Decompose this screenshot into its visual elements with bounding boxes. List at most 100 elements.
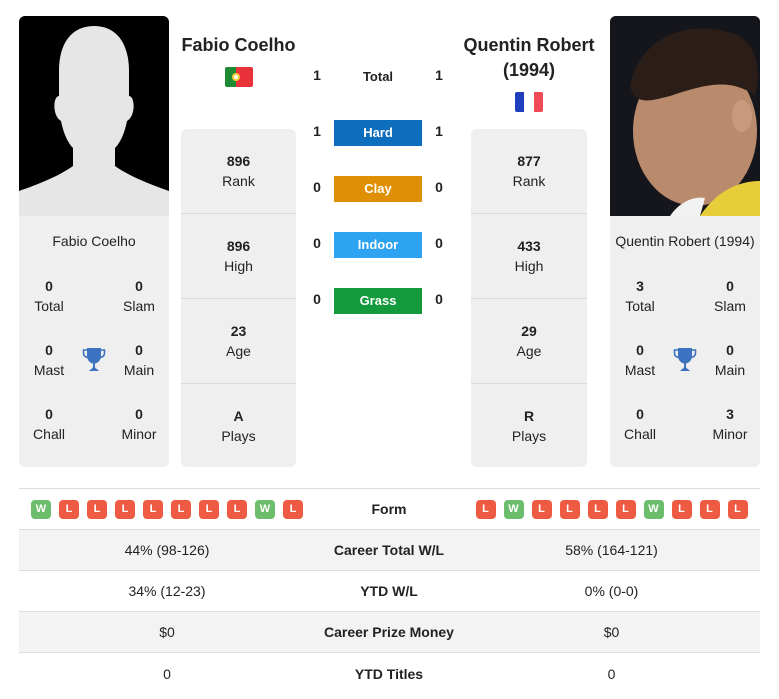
surface-indoor-button[interactable]: Indoor — [334, 232, 422, 258]
player1-plays: A Plays — [181, 384, 296, 469]
player2-plays: R Plays — [471, 384, 587, 469]
value: 877 — [517, 153, 541, 169]
form-win-badge[interactable]: W — [643, 499, 664, 519]
table-row: 44% (98-126) Career Total W/L 58% (164-1… — [19, 530, 760, 571]
value: 3 — [636, 278, 644, 294]
value: 0 — [135, 406, 143, 422]
player-portrait-icon — [610, 16, 760, 216]
row-label: Career Prize Money — [324, 624, 454, 640]
player2-titles-main: 0 Main — [700, 340, 760, 380]
h2h-clay-p2: 0 — [435, 179, 443, 195]
player2-rank: 877 Rank — [471, 129, 587, 214]
label: Main — [123, 362, 155, 378]
surface-hard-button[interactable]: Hard — [334, 120, 422, 146]
player2-name[interactable]: Quentin Robert (1994) — [456, 33, 602, 83]
value: 0 — [726, 342, 734, 358]
player2-titles-chall: 0 Chall — [610, 404, 670, 444]
player2-form: LWLLLLWLLL — [463, 499, 760, 519]
label: Minor — [712, 426, 748, 442]
h2h-hard-p1: 1 — [313, 123, 321, 139]
player2-info-card: 877 Rank 433 High 29 Age R Plays — [471, 129, 587, 467]
row-label: Career Total W/L — [333, 542, 445, 558]
player1-value: 44% (98-126) — [124, 542, 210, 558]
label: Minor — [121, 426, 157, 442]
player1-titles-main: 0 Main — [109, 340, 169, 380]
player1-value: 34% (12-23) — [128, 583, 206, 599]
surface-clay-button[interactable]: Clay — [334, 176, 422, 202]
form-loss-badge[interactable]: L — [475, 499, 496, 519]
form-loss-badge[interactable]: L — [727, 499, 748, 519]
player1-photo — [19, 16, 169, 216]
player1-value: 0 — [163, 665, 171, 682]
label: Slam — [714, 298, 746, 314]
row-label: YTD Titles — [354, 665, 424, 682]
form-win-badge[interactable]: W — [31, 499, 51, 519]
form-loss-badge[interactable]: L — [59, 499, 79, 519]
player1-rank: 896 Rank — [181, 129, 296, 214]
player1-titles-minor: 0 Minor — [109, 404, 169, 444]
form-loss-badge[interactable]: L — [199, 499, 219, 519]
label: High — [224, 258, 253, 274]
form-row: WLLLLLLLWL Form LWLLLLWLLL — [19, 489, 760, 530]
player1-info-card: 896 Rank 896 High 23 Age A Plays — [181, 129, 296, 467]
form-win-badge[interactable]: W — [503, 499, 524, 519]
form-loss-badge[interactable]: L — [615, 499, 636, 519]
silhouette-icon — [19, 26, 169, 216]
h2h-grass-p2: 0 — [435, 291, 443, 307]
value: 433 — [517, 238, 541, 254]
form-loss-badge[interactable]: L — [559, 499, 580, 519]
h2h-indoor-p2: 0 — [435, 235, 443, 251]
h2h-total-label: Total — [362, 69, 394, 84]
value: 3 — [726, 406, 734, 422]
player1-titles-name: Fabio Coelho — [52, 233, 136, 249]
label: Plays — [221, 428, 256, 444]
player1-titles-total: 0 Total — [19, 276, 79, 316]
h2h-grass-p1: 0 — [313, 291, 321, 307]
form-loss-badge[interactable]: L — [283, 499, 303, 519]
form-loss-badge[interactable]: L — [87, 499, 107, 519]
table-row: 34% (12-23) YTD W/L 0% (0-0) — [19, 571, 760, 612]
player2-photo — [610, 16, 760, 216]
value: 0 — [135, 342, 143, 358]
player1-age: 23 Age — [181, 299, 296, 384]
player1-titles-card: Fabio Coelho 0 Total 0 Slam 0 Mast 0 Mai… — [19, 216, 169, 467]
player2-titles-total: 3 Total — [610, 276, 670, 316]
label: Mast — [33, 362, 65, 378]
trophy-icon — [673, 348, 697, 371]
label: Total — [625, 298, 655, 314]
label: Rank — [222, 173, 255, 189]
form-loss-badge[interactable]: L — [699, 499, 720, 519]
label: Main — [714, 362, 746, 378]
h2h-total-p1: 1 — [313, 67, 321, 83]
player1-form: WLLLLLLLWL — [19, 499, 315, 519]
form-loss-badge[interactable]: L — [671, 499, 692, 519]
player1-titles-mast: 0 Mast — [19, 340, 79, 380]
player2-value: 0 — [607, 665, 616, 682]
player2-titles-slam: 0 Slam — [700, 276, 760, 316]
form-win-badge[interactable]: W — [255, 499, 275, 519]
form-loss-badge[interactable]: L — [115, 499, 135, 519]
form-loss-badge[interactable]: L — [227, 499, 247, 519]
value: A — [233, 408, 244, 424]
form-loss-badge[interactable]: L — [171, 499, 191, 519]
value: 0 — [636, 406, 644, 422]
value: 896 — [226, 153, 251, 169]
player2-titles-minor: 3 Minor — [700, 404, 760, 444]
form-loss-badge[interactable]: L — [531, 499, 552, 519]
h2h-indoor-p1: 0 — [313, 235, 321, 251]
comparison-table: WLLLLLLLWL Form LWLLLLWLLL 44% (98-126) … — [19, 488, 760, 694]
player1-name[interactable]: Fabio Coelho — [175, 33, 302, 58]
label: Total — [34, 298, 64, 314]
surface-grass-button[interactable]: Grass — [334, 288, 422, 314]
value: 29 — [521, 323, 537, 339]
value: 896 — [226, 238, 251, 254]
portugal-flag-icon — [225, 67, 253, 87]
form-loss-badge[interactable]: L — [587, 499, 608, 519]
player1-high: 896 High — [181, 214, 296, 299]
h2h-clay-p1: 0 — [313, 179, 321, 195]
player2-high: 433 High — [471, 214, 587, 299]
value: 0 — [636, 342, 644, 358]
form-loss-badge[interactable]: L — [143, 499, 163, 519]
player1-value: $0 — [159, 624, 175, 640]
player2-value: 0% (0-0) — [584, 583, 639, 599]
